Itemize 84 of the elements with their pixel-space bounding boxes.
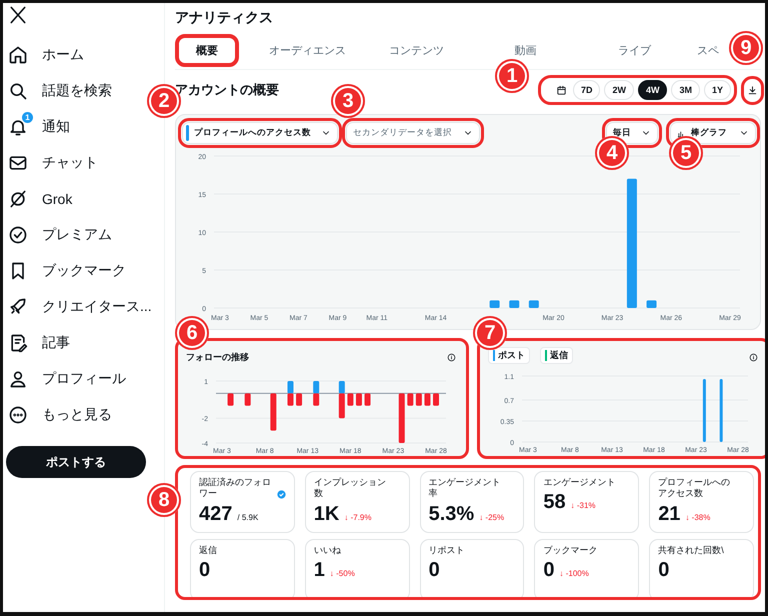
more-icon (8, 405, 28, 425)
calendar-icon (556, 84, 567, 96)
bar (244, 393, 251, 406)
tab[interactable]: コンテンツ (362, 34, 471, 66)
stat-value: 1K (314, 502, 340, 526)
sidebar-item[interactable]: チャット (6, 145, 104, 181)
bar (509, 300, 520, 308)
bar (720, 379, 723, 442)
stat-label: エンゲージメント率 (428, 477, 502, 500)
sidebar-item[interactable]: 記事 (6, 325, 76, 361)
stat-change: ↓ -25% (479, 512, 504, 522)
legend-item[interactable]: 返信 (540, 347, 573, 364)
bar (646, 300, 657, 308)
bar (398, 393, 405, 443)
stat-label: 共有された回数\ (658, 545, 725, 556)
stat-value: 0 (543, 559, 555, 582)
sidebar-item[interactable]: プレミアム (6, 217, 118, 253)
bar (416, 393, 422, 406)
page-title: アナリティクス (175, 8, 274, 27)
sidebar-item[interactable]: もっと見る (6, 397, 118, 433)
notification-badge: 1 (22, 112, 33, 123)
stat-change: ↓ -100% (560, 569, 589, 578)
stat-value: 0 (658, 559, 670, 582)
bar (270, 393, 276, 431)
stat-change: ↓ -50% (330, 569, 355, 578)
sidebar-item[interactable]: ブックマーク (6, 253, 132, 289)
bar-chart-icon (677, 128, 686, 138)
range-button[interactable]: 7D (572, 80, 600, 100)
stat-total: / 5.9K (237, 512, 258, 522)
stat-value: 21 (658, 502, 680, 526)
bar (347, 393, 354, 406)
stat-label: 返信 (199, 545, 218, 556)
bar (702, 379, 706, 442)
range-button[interactable]: 1Y (704, 80, 731, 100)
bar (296, 393, 302, 406)
legend-item[interactable]: ポスト (488, 347, 530, 364)
stat-label: リポスト (428, 545, 466, 556)
stat-label: ブックマーク (543, 545, 598, 556)
stat-value: 0 (199, 559, 210, 582)
sidebar-item[interactable]: ホーム (6, 37, 90, 73)
sidebar-item[interactable]: クリエイタース... (6, 289, 158, 325)
range-button[interactable]: 4W (638, 80, 668, 100)
stat-change: ↓ -31% (570, 501, 596, 510)
tab[interactable]: オーディエンス (253, 34, 362, 66)
tab[interactable]: 概要 (175, 34, 239, 66)
bar (407, 393, 414, 406)
bar (424, 393, 430, 406)
sidebar-item[interactable]: 話題を検索 (6, 73, 118, 109)
post-button[interactable]: ポストする (6, 446, 146, 478)
tab[interactable]: ライブ (580, 34, 689, 66)
download-button[interactable] (744, 78, 761, 102)
stat-change: ↓ -7.9% (344, 512, 372, 522)
stat-label: エンゲージメント (543, 477, 616, 488)
sidebar-item[interactable]: Grok (6, 181, 78, 217)
info-icon (749, 353, 758, 362)
stat-value: 58 (543, 491, 566, 514)
bar (433, 393, 439, 406)
stat-label: いいね (314, 545, 342, 556)
stat-value: 0 (428, 559, 440, 582)
tab[interactable]: スペ (689, 34, 727, 66)
sidebar-item[interactable]: プロフィール (6, 361, 132, 397)
stat-label: 認証済みのフォロワー (199, 477, 272, 500)
range-button[interactable]: 3M (671, 80, 700, 100)
stat-label: プロフィールへのアクセス数 (658, 477, 732, 500)
search-icon (8, 81, 28, 101)
slashed-circle-icon (8, 189, 28, 209)
bar (490, 300, 500, 308)
sidebar-item[interactable]: 1 通知 (6, 109, 76, 145)
person-icon (8, 369, 28, 389)
panel-title: フォローの推移 (186, 351, 249, 364)
stat-change: ↓ -38% (685, 512, 710, 522)
stat-value: 5.3% (428, 502, 474, 526)
stat-value: 427 (199, 502, 232, 526)
bar (228, 393, 234, 406)
stat-value: 1 (314, 559, 325, 582)
info-icon (447, 353, 456, 362)
bar (364, 393, 371, 406)
bar (528, 300, 539, 308)
bar (356, 393, 362, 406)
home-icon (8, 45, 28, 65)
range-button[interactable]: 2W (604, 80, 634, 100)
stat-label: インプレッション数 (314, 477, 387, 500)
download-icon (747, 84, 758, 96)
badge-check-icon (8, 225, 28, 245)
